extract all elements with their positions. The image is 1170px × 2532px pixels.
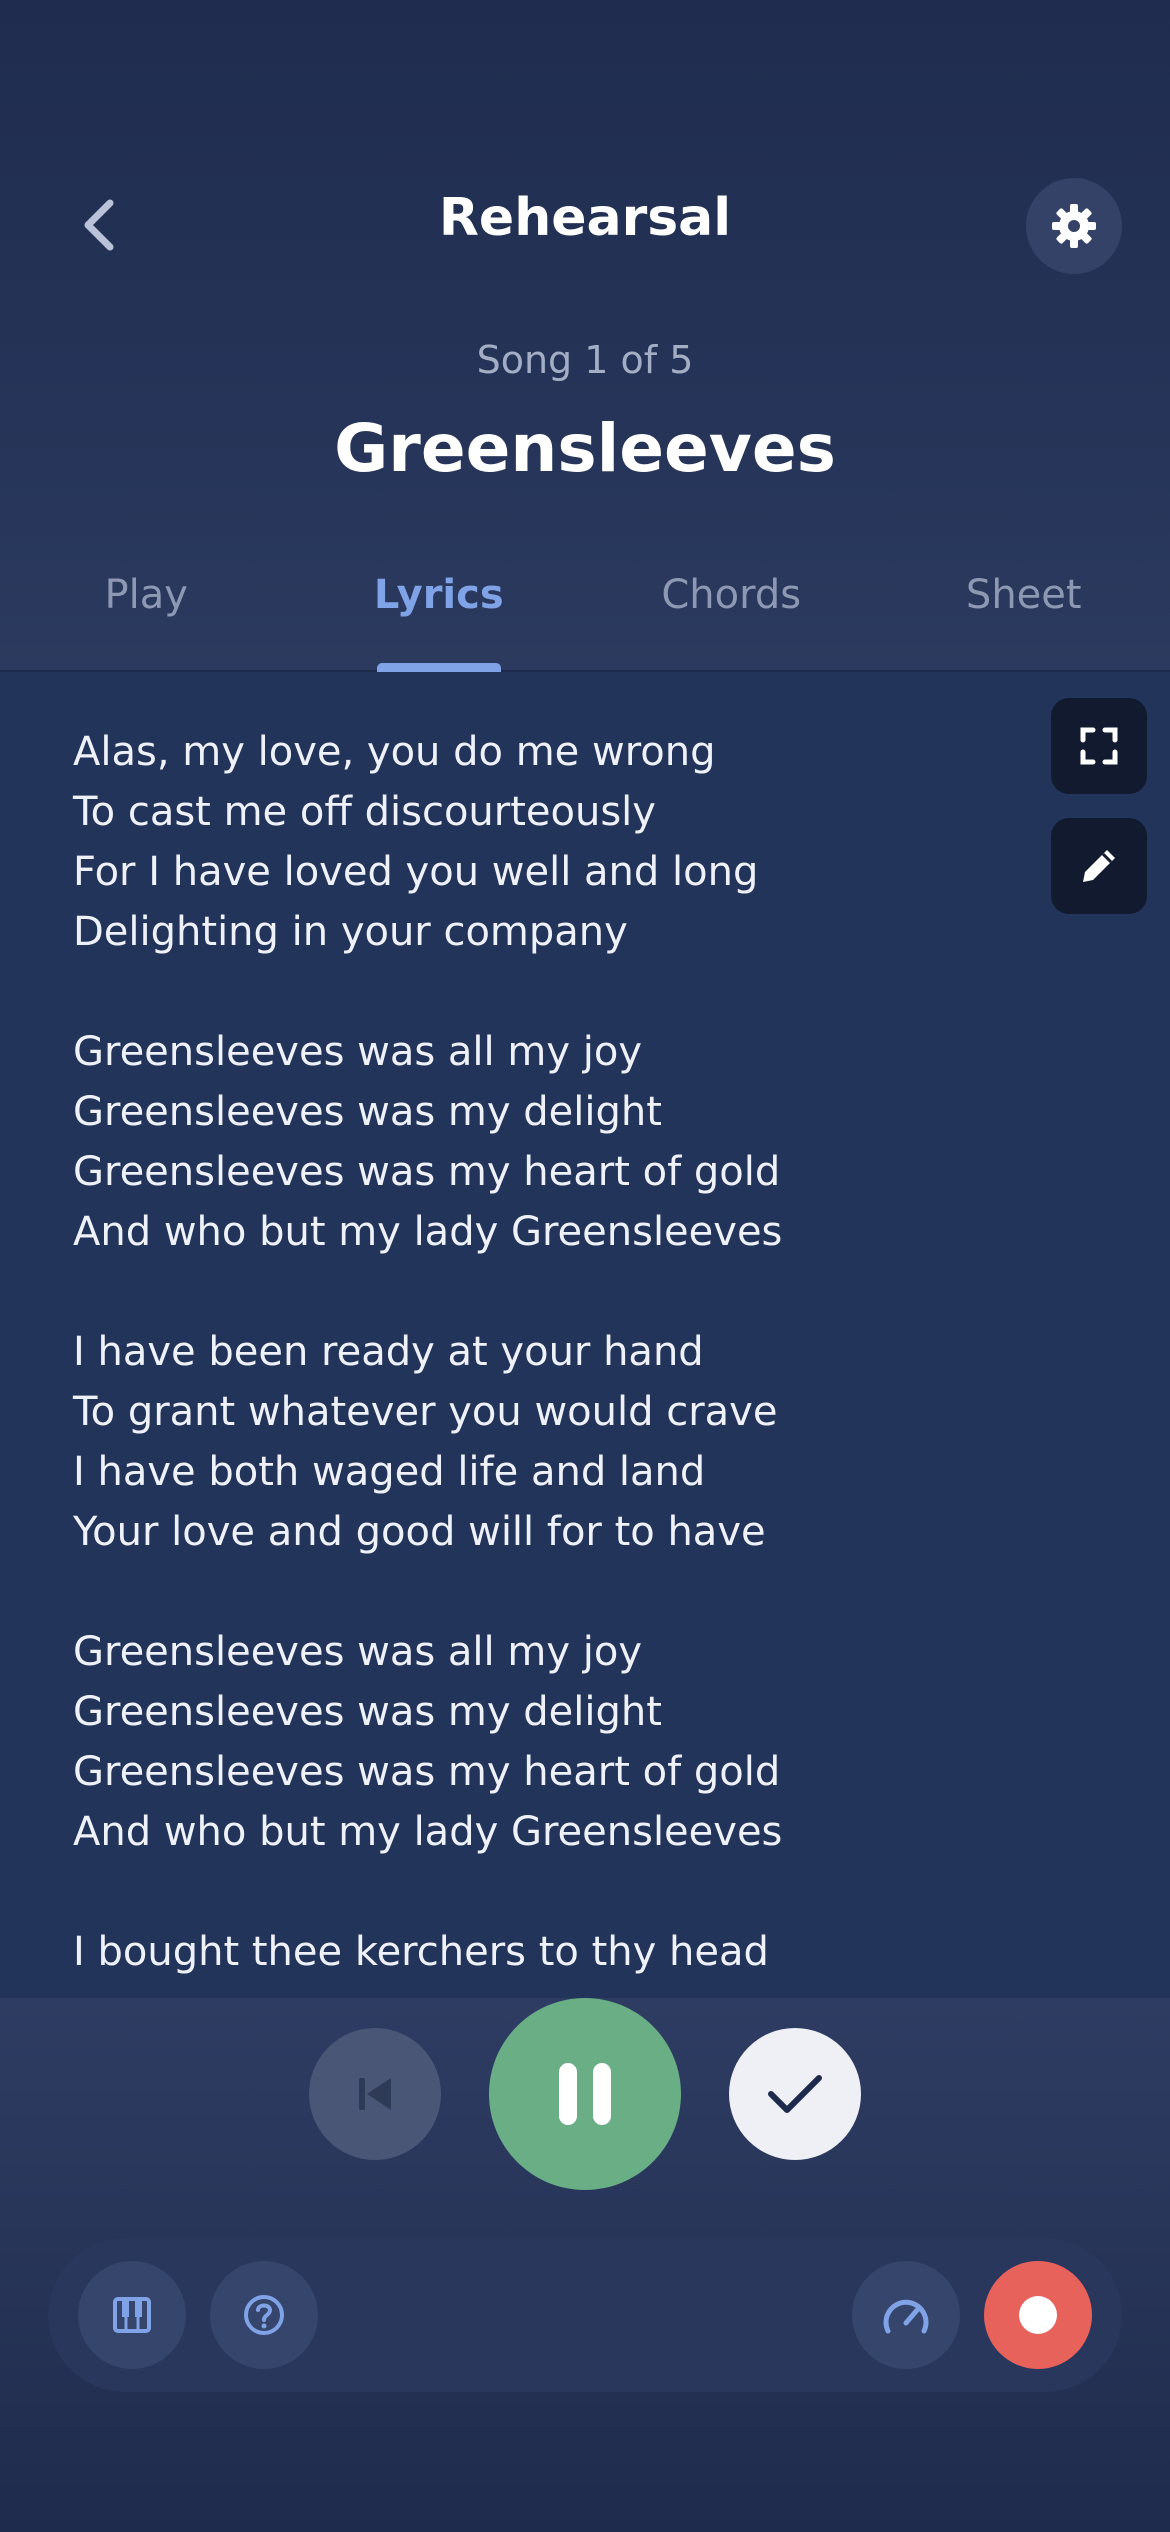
lyrics-stanza: Greensleeves was all my joy Greensleeves… — [73, 1622, 973, 1862]
lyric-line: I have both waged life and land — [73, 1449, 706, 1495]
speedometer-icon — [883, 2299, 929, 2334]
lyric-line: And who but my lady Greensleeves — [73, 1209, 783, 1255]
fullscreen-button[interactable] — [1051, 698, 1147, 794]
checkmark-icon — [768, 2075, 822, 2113]
tab-sheet[interactable]: Sheet — [878, 560, 1170, 672]
lyric-line: Greensleeves was all my joy — [73, 1629, 642, 1675]
help-button[interactable] — [210, 2261, 318, 2369]
lyric-line: Greensleeves was my heart of gold — [73, 1749, 781, 1795]
help-circle-icon — [244, 2295, 284, 2335]
lyrics-text: Alas, my love, you do me wrong To cast m… — [73, 722, 973, 1998]
record-icon — [1019, 2296, 1057, 2334]
previous-song-button[interactable] — [309, 2028, 441, 2160]
piano-keys-icon — [113, 2297, 151, 2333]
tab-lyrics[interactable]: Lyrics — [293, 560, 586, 672]
fullscreen-icon — [1080, 727, 1118, 765]
lyric-line: I have been ready at your hand — [73, 1329, 704, 1375]
song-counter: Song 1 of 5 — [476, 338, 694, 382]
lyric-line: And who but my lady Greensleeves — [73, 1809, 783, 1855]
lyric-line: Your love and good will for to have — [73, 1509, 766, 1555]
pencil-icon — [1083, 850, 1115, 882]
lyrics-stanza: Greensleeves was all my joy Greensleeves… — [73, 1022, 973, 1262]
lyrics-stanza: I have been ready at your hand To grant … — [73, 1322, 973, 1562]
lyric-line: For I have loved you well and long — [73, 849, 759, 895]
pause-button[interactable] — [489, 1998, 681, 2190]
edit-lyrics-button[interactable] — [1051, 818, 1147, 914]
lyric-line: To grant whatever you would crave — [73, 1389, 778, 1435]
lyric-line: Greensleeves was all my joy — [73, 1029, 642, 1075]
song-title: Greensleeves — [334, 410, 836, 487]
tab-bar: Play Lyrics Chords Sheet — [0, 560, 1170, 672]
tab-chords[interactable]: Chords — [585, 560, 878, 672]
tab-play[interactable]: Play — [0, 560, 293, 672]
lyric-line: Greensleeves was my heart of gold — [73, 1149, 781, 1195]
tempo-button[interactable] — [852, 2261, 960, 2369]
skip-previous-icon — [359, 2078, 391, 2110]
lyrics-stanza: I bought thee kerchers to thy head — [73, 1922, 973, 1982]
lyric-line: Delighting in your company — [73, 909, 628, 955]
gear-icon — [1052, 204, 1096, 248]
pause-icon — [559, 2063, 611, 2125]
lyric-line: To cast me off discourteously — [73, 789, 656, 835]
lyrics-panel[interactable]: Alas, my love, you do me wrong To cast m… — [0, 672, 1170, 1998]
lyric-line: Alas, my love, you do me wrong — [73, 729, 716, 775]
lyric-line: Greensleeves was my delight — [73, 1089, 662, 1135]
settings-button[interactable] — [1026, 178, 1122, 274]
mark-done-button[interactable] — [729, 2028, 861, 2160]
lyric-line: Greensleeves was my delight — [73, 1689, 662, 1735]
record-button[interactable] — [984, 2261, 1092, 2369]
lyric-line: I bought thee kerchers to thy head — [73, 1929, 769, 1975]
lyrics-stanza: Alas, my love, you do me wrong To cast m… — [73, 722, 973, 962]
screen-title: Rehearsal — [438, 188, 732, 248]
piano-button[interactable] — [78, 2261, 186, 2369]
